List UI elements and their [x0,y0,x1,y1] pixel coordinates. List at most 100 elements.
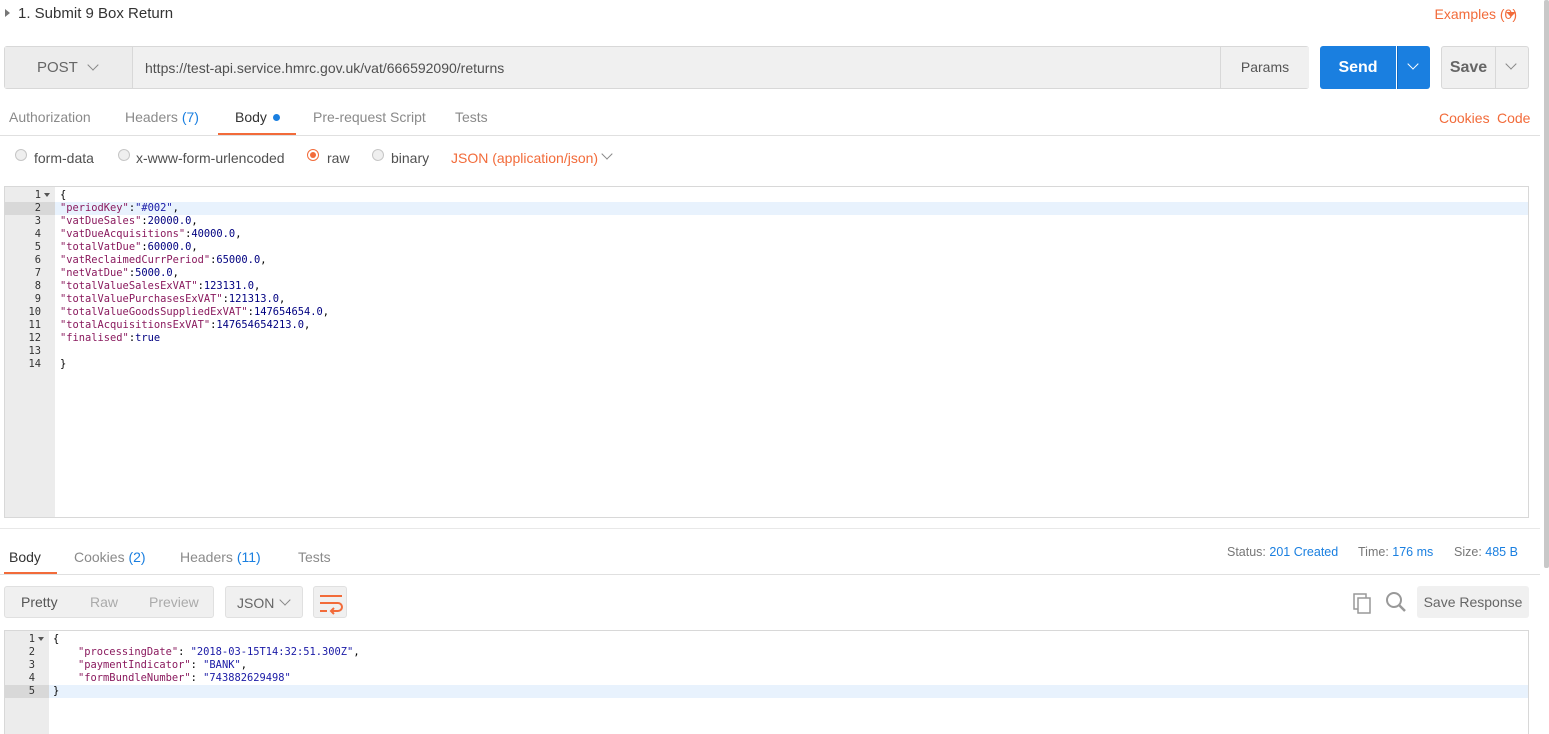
response-body-viewer[interactable]: 1 {2 "processingDate": "2018-03-15T14:32:… [4,630,1529,734]
line-number: 3 [34,215,41,227]
radio-binary[interactable] [372,149,384,161]
status-indicator: Status: 201 Created [1227,545,1339,559]
line-number: 5 [28,685,35,697]
response-format-select[interactable]: JSON [225,586,303,618]
url-input[interactable] [133,47,1220,88]
line-number: 9 [34,293,41,305]
request-tabs: Authorization Headers (7) Body Pre-reque… [0,98,1540,136]
copy-response-button[interactable] [1351,590,1375,614]
code-line: "paymentIndicator": "BANK", [78,659,247,671]
code-line: "totalValueSalesExVAT":123131.0, [60,280,261,292]
search-icon [1386,592,1406,612]
request-body-editor[interactable]: 1 {2 "periodKey":"#002", 3 "vatDueSales":200… [4,186,1529,518]
tab-response-cookies[interactable]: Cookies (2) [74,549,146,565]
code-line: "periodKey":"#002", [60,202,179,214]
code-line: "netVatDue":5000.0, [60,267,179,279]
chevron-down-icon [87,59,99,71]
caret-down-icon[interactable] [1506,12,1516,17]
code-line: "formBundleNumber": "743882629498" [78,672,291,684]
tab-pre-request-script[interactable]: Pre-request Script [313,109,426,125]
method-select[interactable]: POST [5,47,133,88]
modified-dot-icon [272,114,280,121]
code-line: "totalValuePurchasesExVAT":121313.0, [60,293,286,305]
active-line-highlight [49,685,1528,698]
radio-label-binary[interactable]: binary [391,150,429,166]
save-options-button[interactable] [1495,46,1529,89]
active-line-highlight [55,202,1528,215]
code-line: "vatDueSales":20000.0, [60,215,198,227]
method-label: POST [37,59,78,76]
line-number: 5 [34,241,41,253]
tab-response-tests[interactable]: Tests [298,549,331,565]
line-number: 11 [28,319,41,331]
line-number: 12 [28,332,41,344]
code-line: } [60,358,67,370]
wrap-lines-button[interactable] [313,586,347,618]
size-indicator: Size: 485 B [1454,545,1518,559]
line-number: 8 [34,280,41,292]
search-response-button[interactable] [1384,590,1408,614]
content-type-dropdown[interactable]: JSON (application/json) [451,150,598,166]
line-number: 2 [28,646,35,658]
view-pretty-button[interactable]: Pretty [21,594,58,610]
line-number: 4 [28,672,35,684]
view-raw-button[interactable]: Raw [90,594,118,610]
cookies-link[interactable]: Cookies [1439,110,1490,126]
radio-raw[interactable] [307,149,319,161]
tab-body[interactable]: Body [235,109,280,125]
send-button[interactable]: Send [1320,46,1396,89]
radio-label-form-data[interactable]: form-data [34,150,94,166]
tab-response-body[interactable]: Body [9,549,41,565]
copy-icon [1353,593,1371,614]
chevron-down-icon [279,594,291,606]
section-divider [0,528,1540,529]
fold-caret-icon[interactable] [38,637,44,641]
fold-caret-icon[interactable] [44,193,50,197]
radio-label-urlencoded[interactable]: x-www-form-urlencoded [136,150,285,166]
save-button[interactable]: Save [1441,46,1496,89]
tab-headers[interactable]: Headers (7) [125,109,199,125]
code-link[interactable]: Code [1497,110,1530,126]
url-bar: POST Params [4,46,1309,89]
chevron-down-icon [1407,58,1419,70]
code-line: "totalAcquisitionsExVAT":147654654213.0, [60,319,311,331]
response-tabs: Body Cookies (2) Headers (11) Tests Stat… [0,538,1540,575]
line-number: 13 [28,345,41,357]
line-number: 1 [34,189,41,201]
request-title[interactable]: 1. Submit 9 Box Return [18,5,173,22]
tab-response-headers[interactable]: Headers (11) [180,549,261,565]
active-tab-indicator [218,133,296,135]
body-mode-selector: form-data x-www-form-urlencoded raw bina… [0,146,1540,170]
active-tab-indicator [4,572,57,574]
code-line: "vatReclaimedCurrPeriod":65000.0, [60,254,267,266]
time-indicator: Time: 176 ms [1358,545,1434,559]
line-number: 2 [34,202,41,214]
line-number: 7 [34,267,41,279]
line-number: 10 [28,306,41,318]
examples-dropdown[interactable]: Examples (0) [1435,6,1517,22]
tab-tests[interactable]: Tests [455,109,488,125]
caret-right-icon[interactable] [5,9,10,17]
radio-urlencoded[interactable] [118,149,130,161]
code-line: "processingDate": "2018-03-15T14:32:51.3… [78,646,360,658]
wrap-lines-icon [320,595,343,615]
code-line: "totalVatDue":60000.0, [60,241,198,253]
send-options-button[interactable] [1397,46,1430,89]
radio-label-raw[interactable]: raw [327,150,350,166]
code-line: "vatDueAcquisitions":40000.0, [60,228,242,240]
line-number: 6 [34,254,41,266]
line-number: 3 [28,659,35,671]
request-title-bar: 1. Submit 9 Box Return Examples (0) [0,0,1549,28]
save-response-button[interactable]: Save Response [1417,586,1529,618]
format-label: JSON [237,595,275,611]
line-number: 14 [28,358,41,370]
code-line: { [60,189,67,201]
tab-authorization[interactable]: Authorization [9,109,91,125]
line-number: 1 [28,633,35,645]
line-number: 4 [34,228,41,240]
view-preview-button[interactable]: Preview [149,594,199,610]
params-button[interactable]: Params [1220,47,1309,88]
page-scrollbar[interactable] [1544,0,1549,568]
radio-form-data[interactable] [15,149,27,161]
chevron-down-icon[interactable] [601,148,613,160]
